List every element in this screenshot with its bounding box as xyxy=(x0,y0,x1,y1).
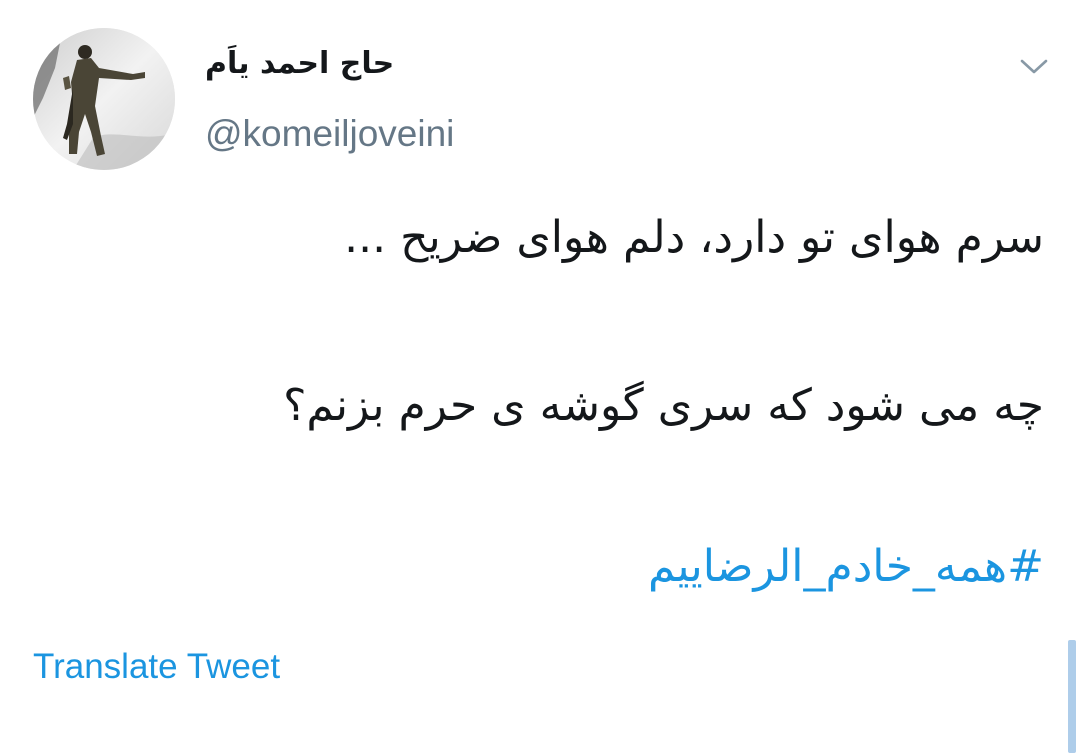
scrollbar[interactable] xyxy=(1068,640,1076,753)
author-handle[interactable]: @komeiljoveini xyxy=(205,113,454,155)
translate-tweet-button[interactable]: Translate Tweet xyxy=(33,647,280,687)
hashtag-link[interactable]: #همه_خادم_الرضاییم xyxy=(648,541,1044,592)
tweet-text-line: سرم هوای تو دارد، دلم هوای ضریح ... xyxy=(344,212,1044,263)
chevron-down-icon xyxy=(1020,59,1048,74)
avatar[interactable] xyxy=(33,28,175,170)
tweet-menu-button[interactable] xyxy=(1014,50,1054,84)
avatar-photo xyxy=(33,28,175,170)
tweet-text-line: چه می شود که سری گوشه ی حرم بزنم؟ xyxy=(283,380,1044,431)
author-display-name[interactable]: حاج احمد یاَم xyxy=(205,46,394,81)
